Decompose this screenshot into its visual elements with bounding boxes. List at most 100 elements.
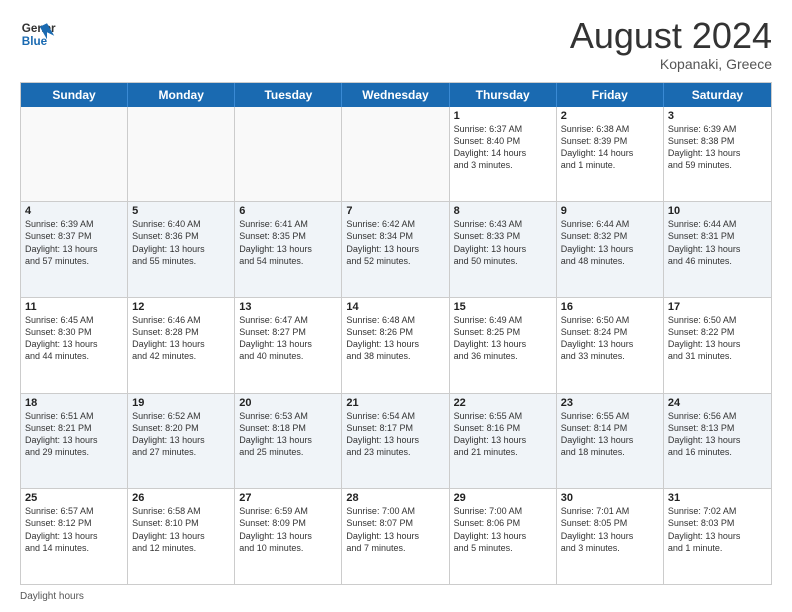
day-number: 8 xyxy=(454,205,552,217)
day-number: 23 xyxy=(561,397,659,409)
calendar-cell-20: 20Sunrise: 6:53 AM Sunset: 8:18 PM Dayli… xyxy=(235,394,342,489)
calendar-row-4: 18Sunrise: 6:51 AM Sunset: 8:21 PM Dayli… xyxy=(21,393,771,489)
calendar-cell-empty-1 xyxy=(128,107,235,202)
calendar-row-1: 1Sunrise: 6:37 AM Sunset: 8:40 PM Daylig… xyxy=(21,107,771,202)
calendar-cell-empty-3 xyxy=(342,107,449,202)
day-number: 24 xyxy=(668,397,767,409)
calendar-cell-21: 21Sunrise: 6:54 AM Sunset: 8:17 PM Dayli… xyxy=(342,394,449,489)
day-number: 12 xyxy=(132,301,230,313)
day-number: 7 xyxy=(346,205,444,217)
calendar: SundayMondayTuesdayWednesdayThursdayFrid… xyxy=(20,82,772,585)
title-block: August 2024 Kopanaki, Greece xyxy=(570,16,772,72)
day-number: 27 xyxy=(239,492,337,504)
day-number: 19 xyxy=(132,397,230,409)
calendar-cell-5: 5Sunrise: 6:40 AM Sunset: 8:36 PM Daylig… xyxy=(128,202,235,297)
day-info: Sunrise: 6:54 AM Sunset: 8:17 PM Dayligh… xyxy=(346,410,444,459)
day-info: Sunrise: 6:57 AM Sunset: 8:12 PM Dayligh… xyxy=(25,505,123,554)
svg-text:Blue: Blue xyxy=(22,35,48,48)
day-number: 5 xyxy=(132,205,230,217)
calendar-cell-13: 13Sunrise: 6:47 AM Sunset: 8:27 PM Dayli… xyxy=(235,298,342,393)
day-info: Sunrise: 6:50 AM Sunset: 8:24 PM Dayligh… xyxy=(561,314,659,363)
calendar-cell-29: 29Sunrise: 7:00 AM Sunset: 8:06 PM Dayli… xyxy=(450,489,557,584)
calendar-cell-12: 12Sunrise: 6:46 AM Sunset: 8:28 PM Dayli… xyxy=(128,298,235,393)
calendar-cell-27: 27Sunrise: 6:59 AM Sunset: 8:09 PM Dayli… xyxy=(235,489,342,584)
weekday-header-monday: Monday xyxy=(128,83,235,107)
day-info: Sunrise: 7:02 AM Sunset: 8:03 PM Dayligh… xyxy=(668,505,767,554)
weekday-header-wednesday: Wednesday xyxy=(342,83,449,107)
weekday-header-tuesday: Tuesday xyxy=(235,83,342,107)
day-number: 22 xyxy=(454,397,552,409)
calendar-cell-empty-0 xyxy=(21,107,128,202)
calendar-row-5: 25Sunrise: 6:57 AM Sunset: 8:12 PM Dayli… xyxy=(21,488,771,584)
calendar-cell-22: 22Sunrise: 6:55 AM Sunset: 8:16 PM Dayli… xyxy=(450,394,557,489)
calendar-cell-11: 11Sunrise: 6:45 AM Sunset: 8:30 PM Dayli… xyxy=(21,298,128,393)
calendar-cell-30: 30Sunrise: 7:01 AM Sunset: 8:05 PM Dayli… xyxy=(557,489,664,584)
day-number: 4 xyxy=(25,205,123,217)
day-info: Sunrise: 7:00 AM Sunset: 8:07 PM Dayligh… xyxy=(346,505,444,554)
calendar-cell-19: 19Sunrise: 6:52 AM Sunset: 8:20 PM Dayli… xyxy=(128,394,235,489)
month-title: August 2024 xyxy=(570,16,772,56)
day-info: Sunrise: 6:40 AM Sunset: 8:36 PM Dayligh… xyxy=(132,218,230,267)
day-number: 3 xyxy=(668,110,767,122)
day-number: 18 xyxy=(25,397,123,409)
day-number: 1 xyxy=(454,110,552,122)
calendar-cell-8: 8Sunrise: 6:43 AM Sunset: 8:33 PM Daylig… xyxy=(450,202,557,297)
logo-icon: General Blue xyxy=(20,16,56,52)
calendar-cell-3: 3Sunrise: 6:39 AM Sunset: 8:38 PM Daylig… xyxy=(664,107,771,202)
calendar-cell-23: 23Sunrise: 6:55 AM Sunset: 8:14 PM Dayli… xyxy=(557,394,664,489)
day-number: 25 xyxy=(25,492,123,504)
day-info: Sunrise: 6:43 AM Sunset: 8:33 PM Dayligh… xyxy=(454,218,552,267)
location: Kopanaki, Greece xyxy=(570,56,772,72)
calendar-cell-9: 9Sunrise: 6:44 AM Sunset: 8:32 PM Daylig… xyxy=(557,202,664,297)
day-number: 26 xyxy=(132,492,230,504)
day-number: 10 xyxy=(668,205,767,217)
calendar-cell-10: 10Sunrise: 6:44 AM Sunset: 8:31 PM Dayli… xyxy=(664,202,771,297)
calendar-cell-26: 26Sunrise: 6:58 AM Sunset: 8:10 PM Dayli… xyxy=(128,489,235,584)
page: General Blue August 2024 Kopanaki, Greec… xyxy=(0,0,792,612)
calendar-cell-empty-2 xyxy=(235,107,342,202)
calendar-row-2: 4Sunrise: 6:39 AM Sunset: 8:37 PM Daylig… xyxy=(21,201,771,297)
calendar-cell-31: 31Sunrise: 7:02 AM Sunset: 8:03 PM Dayli… xyxy=(664,489,771,584)
day-number: 2 xyxy=(561,110,659,122)
day-info: Sunrise: 6:45 AM Sunset: 8:30 PM Dayligh… xyxy=(25,314,123,363)
day-info: Sunrise: 6:55 AM Sunset: 8:16 PM Dayligh… xyxy=(454,410,552,459)
day-number: 21 xyxy=(346,397,444,409)
day-info: Sunrise: 6:44 AM Sunset: 8:31 PM Dayligh… xyxy=(668,218,767,267)
day-info: Sunrise: 6:55 AM Sunset: 8:14 PM Dayligh… xyxy=(561,410,659,459)
day-info: Sunrise: 6:59 AM Sunset: 8:09 PM Dayligh… xyxy=(239,505,337,554)
day-number: 20 xyxy=(239,397,337,409)
day-number: 15 xyxy=(454,301,552,313)
footer: Daylight hours xyxy=(20,591,772,602)
day-number: 13 xyxy=(239,301,337,313)
day-info: Sunrise: 6:52 AM Sunset: 8:20 PM Dayligh… xyxy=(132,410,230,459)
footer-label: Daylight hours xyxy=(20,591,84,602)
weekday-header-friday: Friday xyxy=(557,83,664,107)
day-info: Sunrise: 6:56 AM Sunset: 8:13 PM Dayligh… xyxy=(668,410,767,459)
day-info: Sunrise: 6:46 AM Sunset: 8:28 PM Dayligh… xyxy=(132,314,230,363)
calendar-row-3: 11Sunrise: 6:45 AM Sunset: 8:30 PM Dayli… xyxy=(21,297,771,393)
day-info: Sunrise: 6:39 AM Sunset: 8:37 PM Dayligh… xyxy=(25,218,123,267)
day-number: 29 xyxy=(454,492,552,504)
day-info: Sunrise: 6:44 AM Sunset: 8:32 PM Dayligh… xyxy=(561,218,659,267)
day-info: Sunrise: 6:37 AM Sunset: 8:40 PM Dayligh… xyxy=(454,123,552,172)
day-number: 28 xyxy=(346,492,444,504)
day-info: Sunrise: 7:01 AM Sunset: 8:05 PM Dayligh… xyxy=(561,505,659,554)
calendar-cell-1: 1Sunrise: 6:37 AM Sunset: 8:40 PM Daylig… xyxy=(450,107,557,202)
day-info: Sunrise: 6:58 AM Sunset: 8:10 PM Dayligh… xyxy=(132,505,230,554)
day-info: Sunrise: 6:51 AM Sunset: 8:21 PM Dayligh… xyxy=(25,410,123,459)
calendar-cell-16: 16Sunrise: 6:50 AM Sunset: 8:24 PM Dayli… xyxy=(557,298,664,393)
day-number: 11 xyxy=(25,301,123,313)
calendar-cell-7: 7Sunrise: 6:42 AM Sunset: 8:34 PM Daylig… xyxy=(342,202,449,297)
day-info: Sunrise: 6:39 AM Sunset: 8:38 PM Dayligh… xyxy=(668,123,767,172)
day-info: Sunrise: 6:42 AM Sunset: 8:34 PM Dayligh… xyxy=(346,218,444,267)
calendar-header: SundayMondayTuesdayWednesdayThursdayFrid… xyxy=(21,83,771,107)
day-info: Sunrise: 6:47 AM Sunset: 8:27 PM Dayligh… xyxy=(239,314,337,363)
calendar-cell-17: 17Sunrise: 6:50 AM Sunset: 8:22 PM Dayli… xyxy=(664,298,771,393)
calendar-cell-2: 2Sunrise: 6:38 AM Sunset: 8:39 PM Daylig… xyxy=(557,107,664,202)
weekday-header-thursday: Thursday xyxy=(450,83,557,107)
header: General Blue August 2024 Kopanaki, Greec… xyxy=(20,16,772,72)
weekday-header-saturday: Saturday xyxy=(664,83,771,107)
calendar-body: 1Sunrise: 6:37 AM Sunset: 8:40 PM Daylig… xyxy=(21,107,771,584)
logo: General Blue xyxy=(20,16,56,52)
day-number: 6 xyxy=(239,205,337,217)
